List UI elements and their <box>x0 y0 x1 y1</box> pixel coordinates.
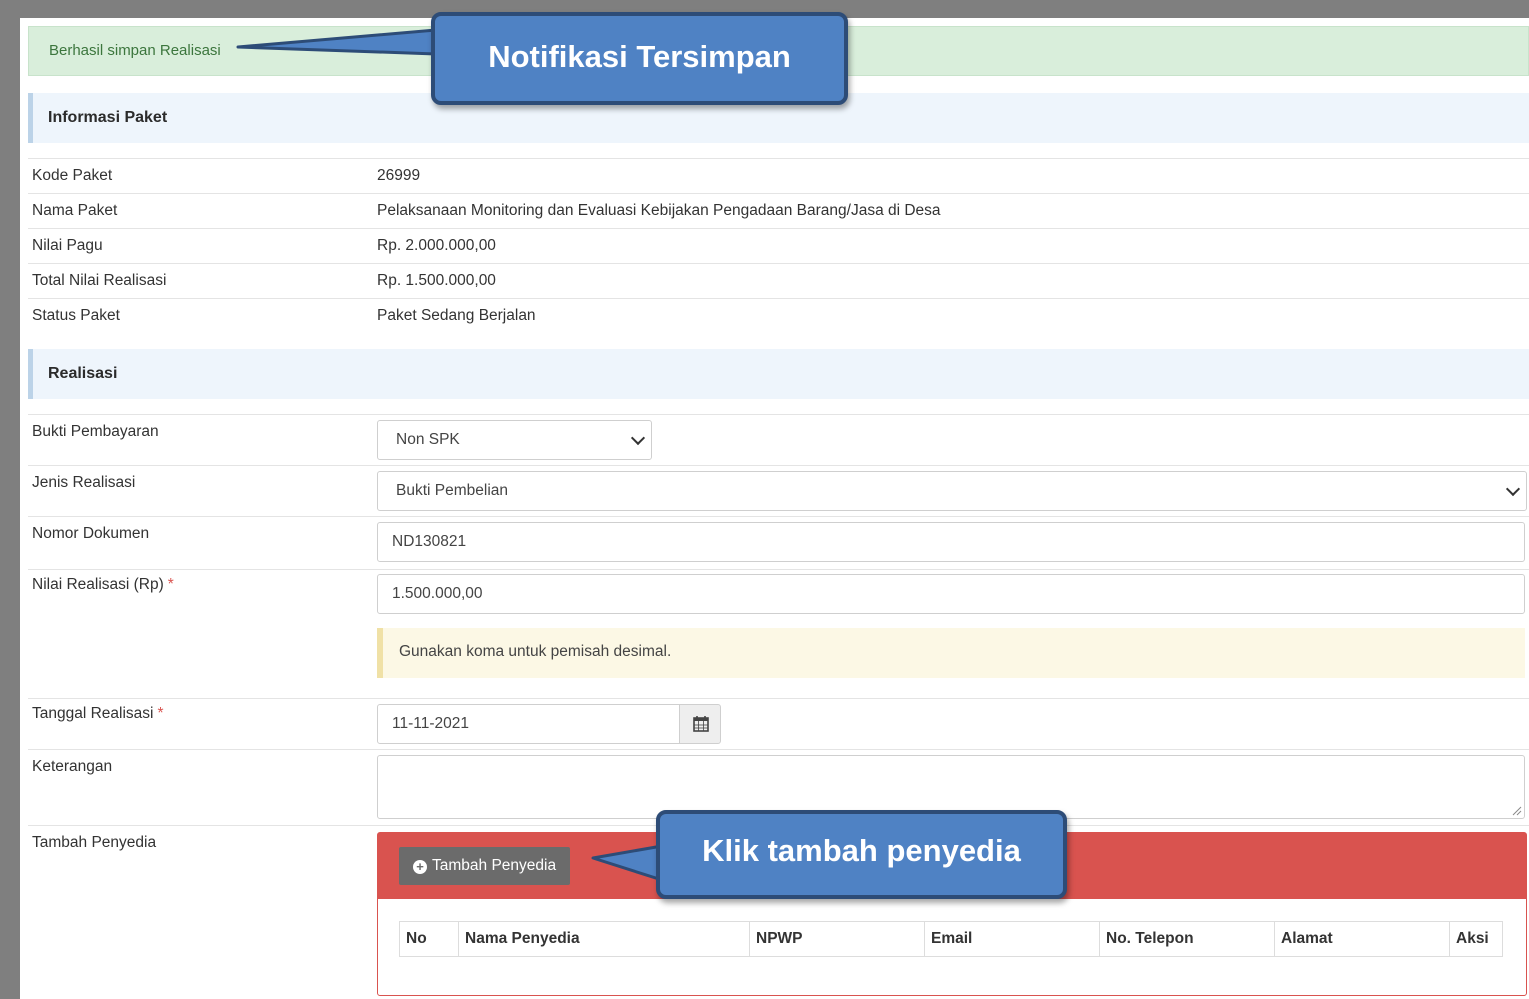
callout-text: Notifikasi Tersimpan <box>488 39 791 74</box>
callout-pointer-add <box>591 844 664 882</box>
callout-tambah-penyedia: Klik tambah penyedia <box>656 810 1067 899</box>
callout-pointer-saved <box>236 28 438 56</box>
callout-text: Klik tambah penyedia <box>702 833 1021 868</box>
callout-notifikasi: Notifikasi Tersimpan <box>431 12 848 105</box>
